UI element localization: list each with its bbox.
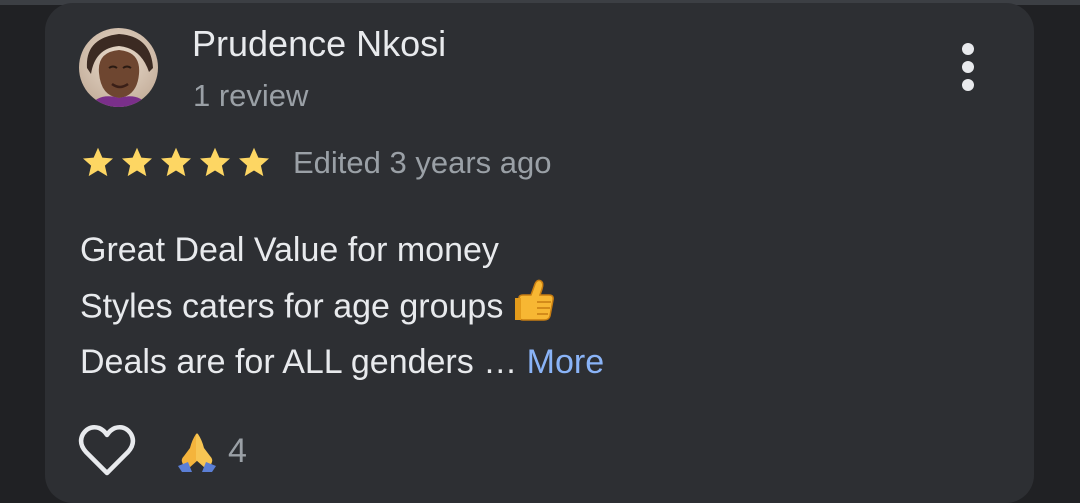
star-filled-icon — [239, 147, 269, 177]
three-dots-vertical-icon — [962, 43, 974, 91]
star-rating — [79, 144, 273, 180]
reaction-chip[interactable]: 4 — [176, 428, 247, 474]
review-timestamp: Edited 3 years ago — [293, 145, 552, 180]
star-filled-icon — [161, 147, 191, 177]
reviewer-review-count[interactable]: 1 review — [193, 77, 308, 115]
star-filled-icon — [122, 147, 152, 177]
review-line-1: Great Deal Value for money — [80, 231, 499, 269]
reviewer-name[interactable]: Prudence Nkosi — [192, 22, 446, 66]
star-filled-icon — [83, 147, 113, 177]
review-line-3-text: Deals are for ALL genders … — [80, 343, 518, 381]
review-line-3: Deals are for ALL genders … More — [80, 334, 604, 390]
review-line-2: Styles caters for age groups — [80, 278, 604, 334]
thumbs-up-icon — [513, 278, 555, 339]
reaction-count: 4 — [228, 432, 247, 470]
folded-hands-icon — [178, 433, 216, 472]
like-button[interactable] — [78, 424, 136, 478]
more-link[interactable]: More — [527, 343, 604, 381]
heart-outline-icon — [78, 425, 136, 476]
avatar[interactable] — [79, 28, 158, 107]
star-filled-icon — [200, 147, 230, 177]
review-line-2-text: Styles caters for age groups — [80, 287, 504, 326]
more-options-button[interactable] — [948, 42, 988, 96]
review-body: Great Deal Value for money Styles caters… — [80, 222, 604, 390]
